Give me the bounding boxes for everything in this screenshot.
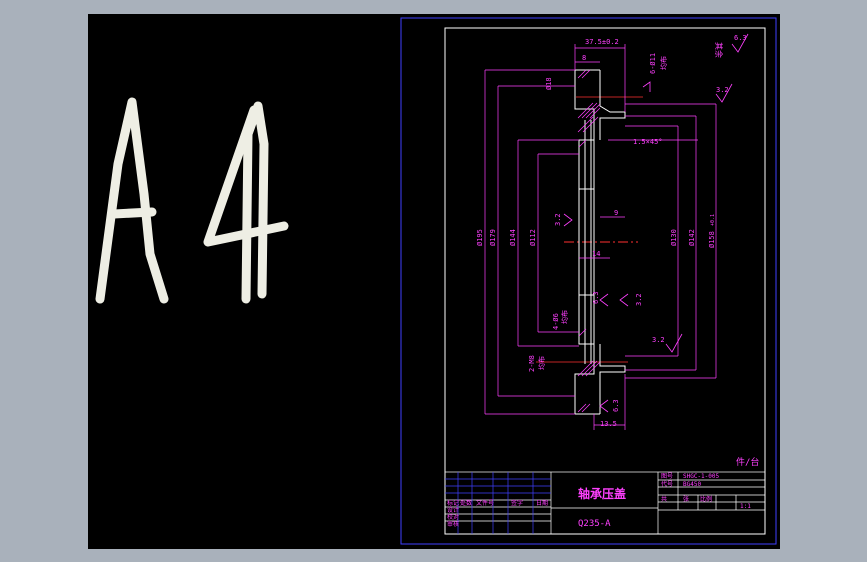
dim-dia-195: Ø195 bbox=[476, 229, 484, 246]
roughness-left-face-value: 3.2 bbox=[554, 213, 562, 226]
label-code: 代号 bbox=[661, 480, 673, 488]
scale-value: 1:1 bbox=[740, 503, 751, 510]
tech-requirements-text: 其余 bbox=[714, 42, 724, 58]
dim-bottom-width: 13.5 bbox=[600, 420, 617, 428]
dim-dia-142: Ø142 bbox=[688, 229, 696, 246]
dim-flange-thickness: 8 bbox=[582, 54, 586, 62]
dim-hole-pattern-note: 均布 bbox=[659, 56, 668, 70]
label-drawing-number: 图号 bbox=[661, 473, 673, 480]
dim-depth-14: 14 bbox=[592, 250, 600, 258]
label-scale: 比例 bbox=[700, 495, 712, 503]
label-sign: 签字 bbox=[511, 499, 523, 507]
label-date: 日期 bbox=[536, 499, 548, 507]
roughness-groove-value: 6.3 bbox=[592, 291, 600, 304]
label-total-sheets: 共 bbox=[661, 495, 667, 503]
label-mark: 标记 bbox=[447, 499, 459, 507]
drawing-canvas[interactable]: A4 bbox=[88, 14, 780, 549]
dim-chamfer: 1.5×45° bbox=[633, 138, 663, 146]
dim-dia-144: Ø144 bbox=[509, 229, 517, 246]
dim-dia-158-tolerance: +0.1 bbox=[710, 214, 716, 226]
dim-thread-left: 4-Ø6 bbox=[552, 313, 560, 330]
dim-depth-9: 9 bbox=[614, 209, 618, 217]
dim-dia-158: Ø158 bbox=[708, 231, 716, 248]
roughness-bottom-value: 3.2 bbox=[652, 336, 665, 344]
dim-thread-bottom: 2-M8 bbox=[528, 355, 536, 372]
dim-thread-bottom-note: 均布 bbox=[537, 356, 546, 370]
drawing-number-value: SHGC-1-005 bbox=[683, 473, 720, 480]
quantity-per-unit: 件/台 bbox=[736, 456, 759, 468]
label-check: 校对 bbox=[447, 513, 459, 521]
label-sheet: 张 bbox=[683, 495, 689, 503]
dim-dia-112: Ø112 bbox=[529, 229, 537, 246]
roughness-hole-value: 6.3 bbox=[612, 399, 620, 412]
label-file-number: 文件号 bbox=[476, 499, 494, 507]
dim-hole-pattern: 6-Ø11 bbox=[649, 53, 657, 74]
cad-sheet: 37.5±0.2 8 6-Ø11 均布 Ø18 1.5×45° Ø195 Ø17… bbox=[400, 17, 777, 545]
part-name-title: 轴承压盖 bbox=[578, 486, 626, 501]
label-design: 设计 bbox=[447, 506, 459, 514]
label-count: 处数 bbox=[460, 499, 472, 507]
label-review: 审核 bbox=[447, 520, 459, 528]
dim-width-total: 37.5±0.2 bbox=[585, 38, 619, 46]
material-text: Q235-A bbox=[578, 519, 611, 529]
drawing-code-value: BG450 bbox=[683, 481, 701, 488]
inner-frame-border bbox=[444, 27, 766, 535]
roughness-right-face-value: 3.2 bbox=[716, 86, 729, 94]
dim-thread-left-note: 均布 bbox=[560, 310, 569, 324]
roughness-general-value: 6.3 bbox=[734, 34, 747, 42]
section-hatching bbox=[577, 69, 601, 413]
dim-dia-179: Ø179 bbox=[489, 229, 497, 246]
dim-dia-130: Ø130 bbox=[670, 229, 678, 246]
dim-dia-18: Ø18 bbox=[545, 77, 553, 90]
roughness-bore-value: 3.2 bbox=[635, 293, 643, 306]
